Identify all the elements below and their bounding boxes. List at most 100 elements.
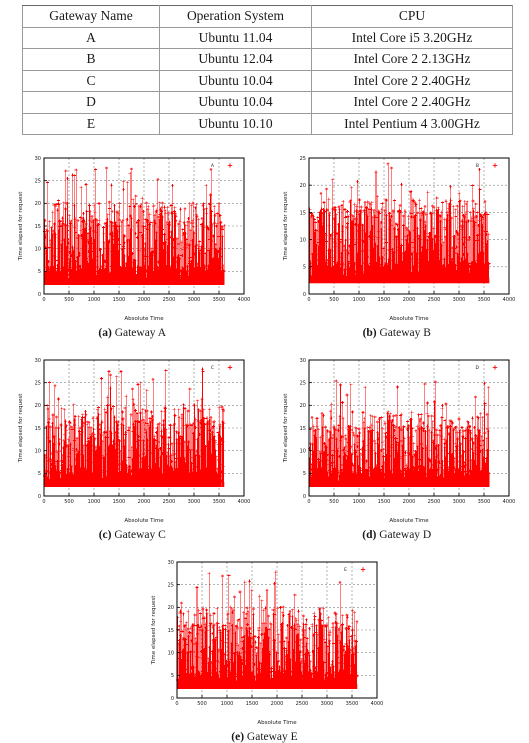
table-row: AUbuntu 11.04Intel Core i5 3.20GHz	[23, 27, 513, 49]
figure-row-1: 0510152025300500100015002000250030003500…	[0, 148, 529, 339]
figure-caption-a: (a) Gateway A	[98, 327, 166, 339]
plot-svg: 0510152025300500100015002000250030003500…	[279, 350, 515, 528]
table-header-cell: CPU	[312, 6, 513, 28]
y-tick-label: 0	[170, 696, 173, 702]
data-series	[43, 167, 226, 285]
y-tick-label: 25	[299, 381, 305, 387]
x-tick-label: 1000	[352, 499, 365, 505]
x-tick-label: 4000	[370, 701, 382, 707]
figure-label-a: Gateway A	[115, 327, 166, 339]
table-cell: Ubuntu 10.04	[160, 92, 312, 114]
figure-label-b: Gateway B	[380, 327, 431, 339]
figure-row-3: 0510152025300500100015002000250030003500…	[0, 552, 529, 743]
y-tick-label: 10	[35, 247, 41, 253]
figure-label-e: Gateway E	[247, 731, 298, 743]
x-tick-label: 1500	[113, 499, 126, 505]
figure-tag-c: (c)	[99, 529, 112, 541]
x-tick-label: 1500	[377, 297, 390, 303]
data-series	[308, 162, 490, 283]
x-tick-label: 500	[64, 297, 74, 303]
table-cell: Intel Core 2 2.13GHz	[312, 49, 513, 71]
figure-cell-b: 0510152025050010001500200025003000350040…	[265, 148, 529, 339]
y-tick-label: 25	[299, 156, 305, 162]
x-tick-label: 3500	[477, 499, 490, 505]
x-tick-label: 500	[329, 297, 339, 303]
x-tick-label: 3000	[452, 499, 465, 505]
figure-tag-a: (a)	[98, 327, 111, 339]
x-tick-label: 4000	[502, 297, 514, 303]
baseline-band	[177, 684, 357, 689]
figure-caption-b: (b) Gateway B	[363, 327, 431, 339]
x-tick-label: 0	[43, 499, 46, 505]
x-tick-label: 3500	[213, 297, 226, 303]
x-tick-label: 2500	[163, 499, 176, 505]
x-tick-label: 0	[43, 297, 46, 303]
y-axis-title: Time elapsed for request	[18, 393, 24, 464]
figure-cell-d: 0510152025300500100015002000250030003500…	[265, 350, 529, 541]
x-tick-label: 2500	[163, 297, 176, 303]
x-tick-label: 2500	[427, 499, 440, 505]
y-axis-title: Time elapsed for request	[283, 393, 289, 464]
baseline-band	[45, 482, 225, 487]
legend-label: E	[344, 567, 347, 573]
y-tick-label: 30	[167, 560, 173, 566]
x-tick-label: 2000	[138, 499, 151, 505]
table-cell: Intel Core 2 2.40GHz	[312, 92, 513, 114]
x-tick-label: 3500	[345, 701, 358, 707]
figure-tag-b: (b)	[363, 327, 377, 339]
table-row: DUbuntu 10.04Intel Core 2 2.40GHz	[23, 92, 513, 114]
figure-grid: 0510152025300500100015002000250030003500…	[0, 148, 529, 743]
x-axis-title: Absolute Time	[389, 518, 429, 524]
legend-label: B	[476, 163, 479, 169]
chart-gateway-e: 0510152025300500100015002000250030003500…	[147, 552, 383, 730]
x-tick-label: 500	[197, 701, 207, 707]
y-tick-label: 15	[35, 224, 41, 230]
y-tick-label: 0	[303, 494, 306, 500]
y-tick-label: 15	[299, 426, 305, 432]
y-tick-label: 10	[299, 449, 305, 455]
figure-cell-e: 0510152025300500100015002000250030003500…	[0, 552, 529, 743]
y-tick-label: 25	[35, 179, 41, 185]
x-tick-label: 4000	[238, 297, 250, 303]
table-cell: B	[23, 49, 160, 71]
x-tick-label: 2500	[295, 701, 308, 707]
baseline-band	[309, 482, 489, 487]
y-tick-label: 20	[299, 183, 305, 189]
x-tick-label: 1500	[377, 499, 390, 505]
x-tick-label: 3000	[320, 701, 333, 707]
x-tick-label: 1000	[220, 701, 233, 707]
y-tick-label: 5	[38, 269, 41, 275]
legend-marker-icon	[228, 163, 232, 167]
plot-svg: 0510152025300500100015002000250030003500…	[14, 148, 250, 326]
table-row: CUbuntu 10.04Intel Core 2 2.40GHz	[23, 70, 513, 92]
x-tick-label: 1500	[245, 701, 258, 707]
table-cell: Ubuntu 10.10	[160, 113, 312, 135]
x-tick-label: 500	[64, 499, 74, 505]
y-tick-label: 0	[38, 292, 41, 298]
figure-caption-c: (c) Gateway C	[99, 529, 166, 541]
legend-label: A	[211, 163, 215, 169]
x-tick-label: 2500	[427, 297, 440, 303]
y-tick-label: 5	[170, 673, 173, 679]
y-tick-label: 15	[167, 628, 173, 634]
legend-label: C	[211, 365, 214, 371]
y-tick-label: 10	[299, 238, 305, 244]
x-tick-label: 2000	[402, 499, 415, 505]
chart-gateway-b: 0510152025050010001500200025003000350040…	[279, 148, 515, 326]
y-tick-label: 20	[299, 403, 305, 409]
baseline-band	[45, 280, 225, 285]
table-header-cell: Operation System	[160, 6, 312, 28]
figure-tag-e: (e)	[231, 731, 244, 743]
figure-caption-e: (e) Gateway E	[231, 731, 297, 743]
x-axis-title: Absolute Time	[125, 316, 165, 322]
table-cell: D	[23, 92, 160, 114]
figure-label-c: Gateway C	[114, 529, 165, 541]
legend-marker-icon	[493, 365, 497, 369]
figure-label-d: Gateway D	[379, 529, 431, 541]
table-cell: A	[23, 27, 160, 49]
table-cell: Intel Core i5 3.20GHz	[312, 27, 513, 49]
y-tick-label: 20	[167, 605, 173, 611]
table-cell: E	[23, 113, 160, 135]
y-tick-label: 30	[299, 358, 305, 364]
y-tick-label: 15	[299, 210, 305, 216]
